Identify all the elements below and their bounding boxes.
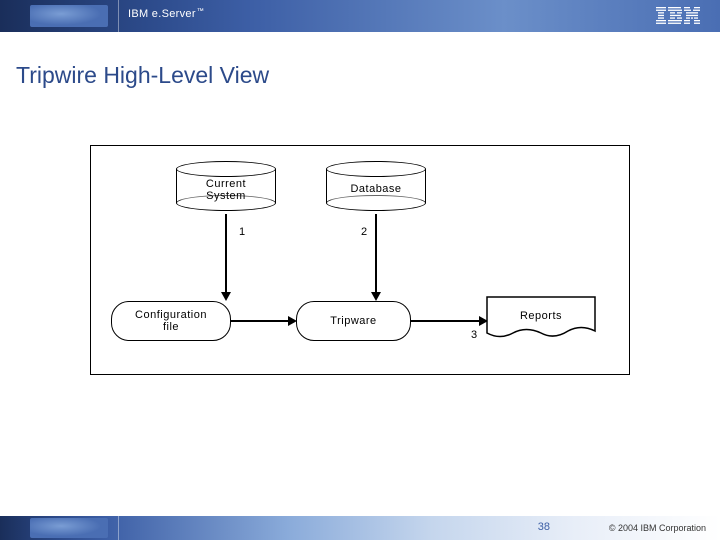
step-number-2: 2 <box>361 226 367 238</box>
reports-label: Reports <box>486 310 596 322</box>
arrow-line <box>411 320 486 322</box>
arrowhead-icon <box>221 292 231 301</box>
reports-document: Reports <box>486 296 596 341</box>
config-file-label: Configuration file <box>135 309 207 333</box>
arrow-line <box>231 320 295 322</box>
slide-footer: 38 © 2004 IBM Corporation <box>0 516 720 540</box>
page-title: Tripwire High-Level View <box>16 62 269 89</box>
brand-text: IBM e.Server <box>128 8 196 20</box>
footer-accent-box <box>30 518 108 538</box>
arrow-line <box>225 214 227 299</box>
trademark-icon: ™ <box>197 8 204 15</box>
database-label: Database <box>326 183 426 195</box>
arrowhead-icon <box>371 292 381 301</box>
diagram-container: Current System Database 1 2 Configuratio… <box>90 145 630 375</box>
database-cylinder: Database <box>326 161 426 211</box>
slide-header: IBM e.Server™ <box>0 0 720 32</box>
tripware-label: Tripware <box>330 315 376 327</box>
footer-separator <box>118 516 119 540</box>
step-number-3: 3 <box>471 329 477 341</box>
step-number-1: 1 <box>239 226 245 238</box>
header-accent-box <box>30 5 108 27</box>
current-system-cylinder: Current System <box>176 161 276 211</box>
arrow-line <box>375 214 377 299</box>
header-separator <box>118 0 119 32</box>
tripware-box: Tripware <box>296 301 411 341</box>
config-file-box: Configuration file <box>111 301 231 341</box>
copyright-text: © 2004 IBM Corporation <box>609 523 706 533</box>
current-system-label: Current System <box>176 178 276 202</box>
page-number: 38 <box>538 521 550 533</box>
brand-label: IBM e.Server™ <box>128 8 204 20</box>
ibm-logo-icon <box>656 7 700 30</box>
